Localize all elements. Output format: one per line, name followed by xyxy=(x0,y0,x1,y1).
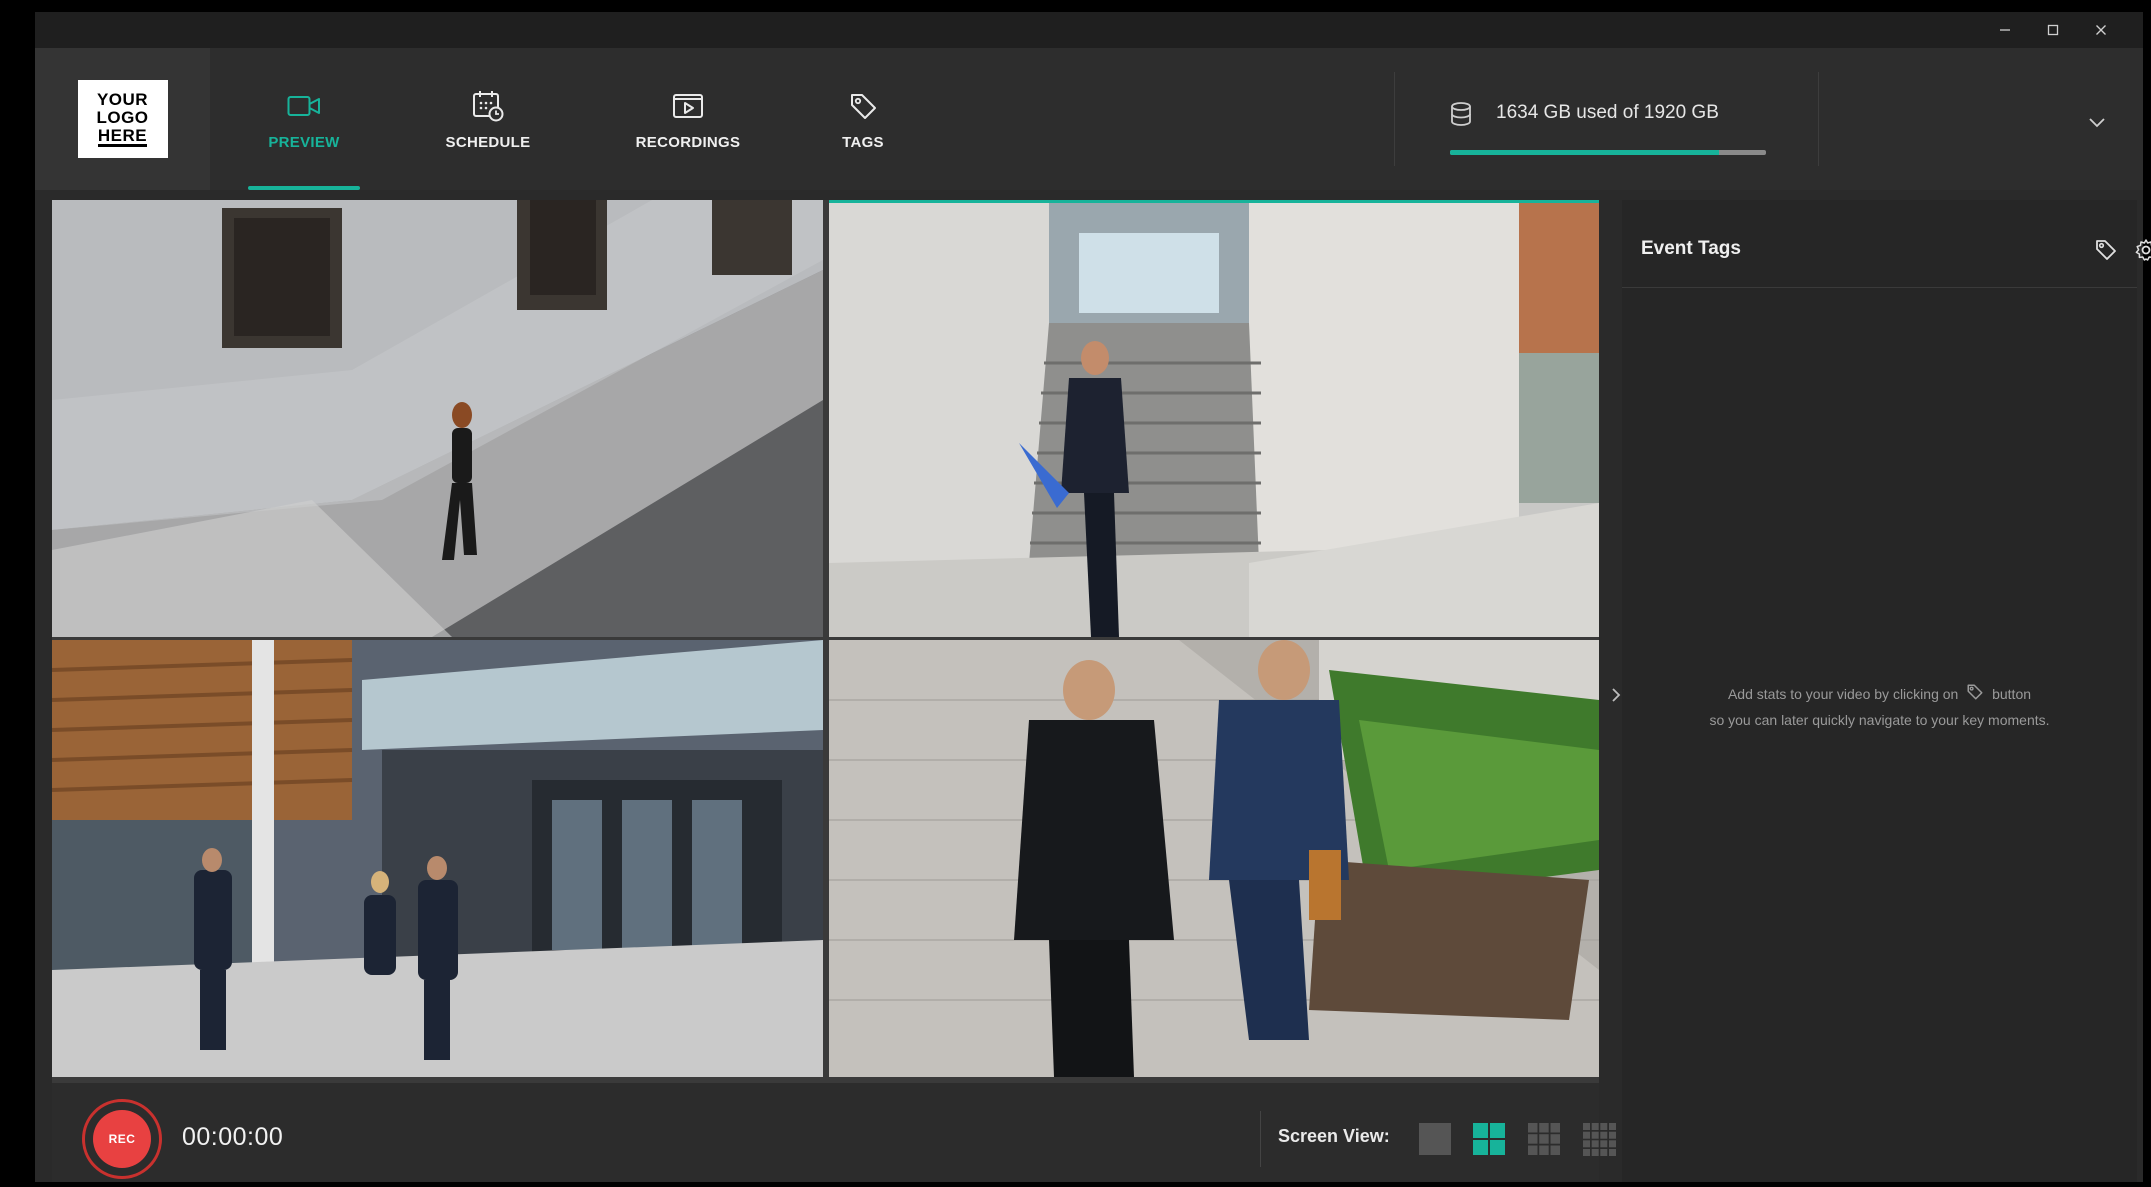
hint-line-2: so you can later quickly navigate to you… xyxy=(1709,711,2050,728)
hint-text-after: button xyxy=(1992,686,2032,702)
tag-icon-inline xyxy=(1966,683,1984,708)
tab-recordings-label: RECORDINGS xyxy=(635,133,741,151)
view-grid-2x2-button[interactable] xyxy=(1472,1122,1506,1156)
tab-tags[interactable]: TAGS xyxy=(798,48,928,190)
database-icon xyxy=(1450,102,1472,131)
minimize-icon[interactable] xyxy=(1983,16,2027,44)
maximize-icon[interactable] xyxy=(2031,16,2075,44)
logo-line-1: YOUR xyxy=(96,90,149,109)
record-button[interactable]: REC xyxy=(82,1099,162,1179)
gear-icon[interactable] xyxy=(2132,236,2151,264)
event-tags-panel: Event Tags Add stats to your video by cl… xyxy=(1622,200,2151,1182)
event-tags-hint: Add stats to your video by clicking on b… xyxy=(1622,682,2137,732)
recording-timer: 00:00:00 xyxy=(182,1123,284,1151)
playback-bar: REC 00:00:00 Screen View: xyxy=(52,1083,1616,1182)
view-grid-4x4-button[interactable] xyxy=(1582,1122,1616,1156)
title-bar xyxy=(35,12,2143,48)
tab-preview-label: PREVIEW xyxy=(268,133,340,151)
logo-line-2: LOGO xyxy=(96,108,149,127)
logo-line-3: HERE xyxy=(97,126,148,147)
bottom-divider xyxy=(1260,1111,1261,1167)
view-single-button[interactable] xyxy=(1418,1122,1452,1156)
view-grid-3x3-button[interactable] xyxy=(1527,1122,1561,1156)
tag-icon xyxy=(845,88,881,124)
logo: YOUR LOGO HERE xyxy=(77,80,168,158)
tab-tags-label: TAGS xyxy=(842,133,884,151)
header-divider-2 xyxy=(1818,72,1819,166)
play-screen-icon xyxy=(670,88,706,124)
camera-grid xyxy=(52,200,1599,1083)
app-header: YOUR LOGO HERE PREVIEW SCHEDULE RECORDIN… xyxy=(35,48,2143,190)
tab-recordings[interactable]: RECORDINGS xyxy=(598,48,778,190)
event-tags-header: Event Tags xyxy=(1622,200,2151,288)
calendar-clock-icon xyxy=(470,88,506,124)
camera-feed-1[interactable] xyxy=(52,200,823,637)
video-camera-icon xyxy=(286,88,322,124)
storage-progress-fill xyxy=(1450,150,1719,155)
active-tab-indicator xyxy=(248,186,360,190)
camera-feed-4[interactable] xyxy=(829,640,1599,1077)
hint-line-1: Add stats to your video by clicking on b… xyxy=(1622,682,2137,708)
storage-text: 1634 GB used of 1920 GB xyxy=(1496,102,1719,123)
screen-view-label: Screen View: xyxy=(1278,1126,1390,1146)
tab-schedule[interactable]: SCHEDULE xyxy=(423,48,553,190)
add-tag-icon[interactable] xyxy=(2092,236,2120,264)
chevron-down-icon[interactable] xyxy=(2088,116,2106,134)
logo-area: YOUR LOGO HERE xyxy=(35,48,210,190)
storage-indicator: 1634 GB used of 1920 GB xyxy=(1450,96,1770,156)
header-divider xyxy=(1394,72,1395,166)
hint-text-before: Add stats to your video by clicking on xyxy=(1727,686,1959,702)
event-tags-title: Event Tags xyxy=(1641,238,1741,259)
close-icon[interactable] xyxy=(2079,16,2123,44)
camera-feed-3[interactable] xyxy=(52,640,823,1077)
app-window: YOUR LOGO HERE PREVIEW SCHEDULE RECORDIN… xyxy=(35,12,2151,1182)
camera-feed-2[interactable] xyxy=(829,200,1599,637)
record-button-label: REC xyxy=(93,1110,151,1168)
tab-schedule-label: SCHEDULE xyxy=(445,133,531,151)
tab-preview[interactable]: PREVIEW xyxy=(248,48,360,190)
storage-progress-bar xyxy=(1450,150,1766,155)
